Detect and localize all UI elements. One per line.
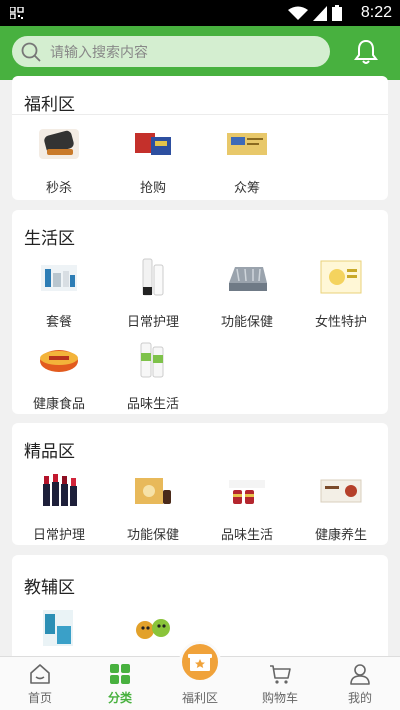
header: 请输入搜索内容 [0,26,400,80]
user-icon [350,664,370,685]
item-label: 抢购 [139,181,166,196]
search-icon [21,42,41,62]
section-title: 生活区 [24,229,75,249]
category-item-premium-daily-care[interactable]: 日常护理 [12,467,106,547]
section-title: 福利区 [24,95,75,115]
qr-icon [10,7,24,19]
category-item-crowdfunding[interactable]: 众筹 [200,120,294,200]
category-icon [110,664,130,684]
item-label: 日常护理 [32,528,85,543]
product-thumb [318,467,364,513]
product-thumb [130,467,176,513]
nav-label: 分类 [107,691,132,705]
product-thumb [36,120,82,166]
product-thumb [130,254,176,300]
section-title: 教辅区 [24,578,75,598]
category-item-premium-health-care[interactable]: 功能保健 [106,467,200,547]
product-thumb [36,605,82,651]
item-label: 健康养生 [314,528,367,543]
section-life: 生活区 套餐 日常护理 功能保健 女性特护 健康食品 品味生活 [12,210,388,414]
nav-cart[interactable]: 购物车 [240,657,320,710]
product-thumb [130,336,176,382]
category-item-premium-wellness[interactable]: 健康养生 [294,467,388,547]
bottom-nav: 首页 分类 福利区 购物车 我的 [0,641,400,710]
item-label: 众筹 [233,181,260,196]
category-item-flash-sale[interactable]: 抢购 [106,120,200,200]
nav-label: 福利区 [181,691,218,705]
category-content[interactable]: 福利区 秒杀 抢购 众筹 生活区 套餐 日常护理 功能保健 女性特护 健康食品 … [0,76,400,656]
category-item-womens-care[interactable]: 女性特护 [294,254,388,334]
product-thumb [130,605,176,651]
item-label: 套餐 [45,315,72,330]
section-premium: 精品区 日常护理 功能保健 品味生活 健康养生 [12,423,388,545]
wifi-icon [288,6,308,20]
battery-icon [332,5,342,21]
category-item-tutoring-books[interactable] [12,605,106,656]
product-thumb [36,336,82,382]
bell-icon[interactable] [354,39,378,65]
nav-category[interactable]: 分类 [80,657,160,710]
category-item-taste-life[interactable]: 品味生活 [106,336,200,416]
divider [12,114,388,115]
cart-icon [270,665,291,684]
category-item-package[interactable]: 套餐 [12,254,106,334]
item-label: 女性特护 [314,315,367,330]
status-bar: 8:22 [0,0,400,26]
item-label: 日常护理 [126,315,179,330]
product-thumb [130,120,176,166]
product-thumb [224,120,270,166]
search-placeholder: 请输入搜索内容 [50,45,148,61]
section-welfare: 福利区 秒杀 抢购 众筹 [12,76,388,200]
nav-mine[interactable]: 我的 [320,657,400,710]
gift-icon[interactable] [179,641,221,683]
category-item-health-care[interactable]: 功能保健 [200,254,294,334]
product-thumb [224,467,270,513]
item-label: 品味生活 [126,397,179,412]
item-label: 健康食品 [32,397,85,412]
product-thumb [224,254,270,300]
status-time: 8:22 [360,4,392,21]
nav-label: 我的 [347,691,372,705]
product-thumb [318,254,364,300]
item-label: 功能保健 [220,315,273,330]
category-item-premium-taste-life[interactable]: 品味生活 [200,467,294,547]
section-title: 精品区 [24,442,75,462]
nav-label: 购物车 [261,691,298,705]
signal-icon [313,5,327,21]
product-thumb [36,467,82,513]
product-thumb [36,254,82,300]
category-item-daily-care[interactable]: 日常护理 [106,254,200,334]
nav-label: 首页 [27,691,52,705]
nav-home[interactable]: 首页 [0,657,80,710]
search-input[interactable]: 请输入搜索内容 [12,36,330,67]
category-item-seckill[interactable]: 秒杀 [12,120,106,200]
item-label: 功能保健 [126,528,179,543]
home-icon [30,664,50,684]
item-label: 秒杀 [45,181,72,196]
item-label: 品味生活 [220,528,273,543]
category-item-health-food[interactable]: 健康食品 [12,336,106,416]
